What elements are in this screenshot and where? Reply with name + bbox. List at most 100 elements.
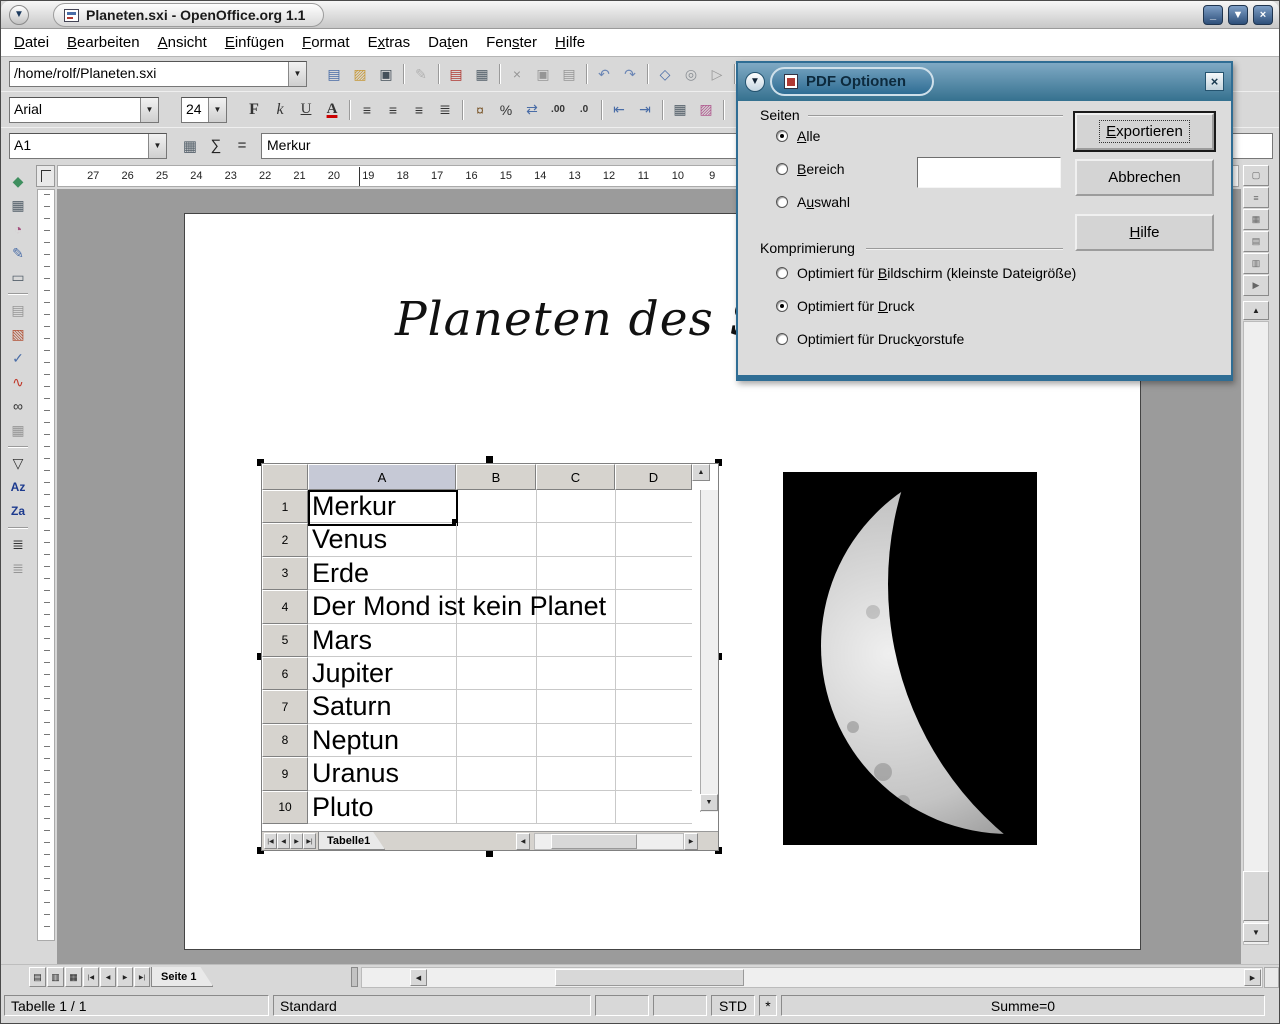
row-header[interactable]: 6 xyxy=(262,657,308,690)
title-bar[interactable]: ▼ Planeten.sxi - OpenOffice.org 1.1 _ ▼ … xyxy=(1,1,1279,29)
format-paintbrush-icon[interactable]: ▧ xyxy=(5,322,31,346)
dialog-close-button[interactable]: × xyxy=(1205,72,1224,91)
url-dropdown-button[interactable] xyxy=(288,62,306,86)
ruler-origin-button[interactable] xyxy=(36,165,55,187)
menu-datei[interactable]: Datei xyxy=(5,30,58,55)
print-icon[interactable]: ▦ xyxy=(469,62,495,86)
data-sources-icon[interactable]: ▦ xyxy=(5,418,31,442)
outline-view-button[interactable]: ≡ xyxy=(1243,187,1269,208)
page-tab-seite1[interactable]: Seite 1 xyxy=(151,967,213,987)
vertical-scroll-down-button[interactable]: ▼ xyxy=(1243,923,1269,942)
hilfe-button[interactable]: Hilfe xyxy=(1075,214,1214,251)
zoom-icon[interactable]: ◎ xyxy=(678,62,704,86)
sum-icon[interactable]: ∑ xyxy=(205,135,227,157)
background-color-icon[interactable]: ▨ xyxy=(693,98,719,122)
align-center-icon[interactable]: ≡ xyxy=(380,98,406,122)
undo-icon[interactable]: ↶ xyxy=(591,62,617,86)
radio-bildschirm[interactable]: Optimiert für Bildschirm (kleinste Datei… xyxy=(776,265,1076,281)
auto-spellcheck-icon[interactable]: ∿ xyxy=(5,370,31,394)
ungroup-icon[interactable]: ≣ xyxy=(5,556,31,580)
maximize-button[interactable]: ▼ xyxy=(1228,5,1248,25)
sheet-cells[interactable]: Der Mond ist kein Planet xyxy=(308,590,692,623)
align-justify-icon[interactable]: ≣ xyxy=(432,98,458,122)
sheet-cells[interactable]: Mars xyxy=(308,624,692,657)
sheet-cells[interactable]: Venus xyxy=(308,523,692,556)
start-presentation-button[interactable]: ▶ xyxy=(1243,275,1269,296)
minimize-button[interactable]: _ xyxy=(1203,5,1223,25)
handout-view-button[interactable]: ▥ xyxy=(1243,253,1269,274)
row-header[interactable]: 3 xyxy=(262,557,308,590)
open-document-icon[interactable]: ▨ xyxy=(347,62,373,86)
sheet-scroll-up-button[interactable]: ▲ xyxy=(692,464,710,481)
insert-cells-icon[interactable]: ▤ xyxy=(5,298,31,322)
function-wizard-icon[interactable]: ▦ xyxy=(179,135,201,157)
radio-alle[interactable]: Alle xyxy=(776,128,820,144)
sheet-scroll-left-button[interactable]: ◀ xyxy=(516,833,530,850)
align-right-icon[interactable]: ≡ xyxy=(406,98,432,122)
vertical-scrollbar-thumb[interactable] xyxy=(1243,871,1269,921)
last-sheet-button[interactable]: ▶| xyxy=(303,833,316,849)
font-name-input[interactable]: Arial xyxy=(10,98,140,122)
column-header-b[interactable]: B xyxy=(456,464,536,490)
row-header[interactable]: 9 xyxy=(262,757,308,790)
column-header-a[interactable]: A xyxy=(308,464,456,490)
horizontal-scrollbar-track[interactable]: ◀ ▶ xyxy=(361,967,1263,988)
copy-icon[interactable]: ▣ xyxy=(530,62,556,86)
radio-druckvorstufe[interactable]: Optimiert für Druckvorstufe xyxy=(776,331,964,347)
row-header[interactable]: 7 xyxy=(262,690,308,723)
delete-decimal-icon[interactable]: .0 xyxy=(571,98,597,122)
row-header[interactable]: 10 xyxy=(262,791,308,824)
tab-scrollbar-splitter[interactable] xyxy=(351,967,358,987)
range-input[interactable] xyxy=(917,157,1061,188)
cell-reference-dropdown-button[interactable] xyxy=(148,134,166,158)
radio-auswahl[interactable]: Auswahl xyxy=(776,194,850,210)
mode-button-2[interactable]: ▥ xyxy=(47,967,64,987)
decrease-indent-icon[interactable]: ⇤ xyxy=(606,98,632,122)
url-input[interactable]: /home/rolf/Planeten.sxi xyxy=(10,62,288,86)
edit-file-icon[interactable]: ✎ xyxy=(408,62,434,86)
add-decimal-icon[interactable]: .00 xyxy=(545,98,571,122)
paste-icon[interactable]: ▤ xyxy=(556,62,582,86)
underline-icon[interactable]: U xyxy=(293,98,319,122)
menu-einfuegen[interactable]: Einfügen xyxy=(216,30,293,55)
font-size-dropdown-button[interactable] xyxy=(208,98,226,122)
vertical-scrollbar-track[interactable] xyxy=(1243,321,1269,945)
horizontal-scroll-left-button[interactable]: ◀ xyxy=(410,969,427,986)
navigator-icon[interactable]: ◇ xyxy=(652,62,678,86)
last-page-button[interactable]: ▶| xyxy=(134,967,150,987)
radio-button[interactable] xyxy=(776,130,788,142)
increase-indent-icon[interactable]: ⇥ xyxy=(632,98,658,122)
menu-extras[interactable]: Extras xyxy=(359,30,420,55)
menu-fenster[interactable]: Fenster xyxy=(477,30,546,55)
italic-icon[interactable]: k xyxy=(267,98,293,122)
font-name-dropdown-button[interactable] xyxy=(140,98,158,122)
sheet-cells[interactable]: Uranus xyxy=(308,757,692,790)
notes-view-button[interactable]: ▤ xyxy=(1243,231,1269,252)
status-sum[interactable]: Summe=0 xyxy=(781,995,1265,1016)
cell-reference-input[interactable]: A1 xyxy=(10,134,148,158)
previous-sheet-button[interactable]: ◀ xyxy=(277,833,290,849)
font-color-icon[interactable]: A xyxy=(319,98,345,122)
radio-button[interactable] xyxy=(776,300,788,312)
sheet-hscroll-track[interactable] xyxy=(534,833,684,850)
draw-functions-icon[interactable]: ✎ xyxy=(5,241,31,265)
selection-handle[interactable] xyxy=(486,456,493,463)
column-header-c[interactable]: C xyxy=(536,464,615,490)
vertical-ruler[interactable] xyxy=(37,189,55,941)
menu-format[interactable]: Format xyxy=(293,30,359,55)
row-header[interactable]: 1 xyxy=(262,490,308,523)
previous-page-button[interactable]: ◀ xyxy=(100,967,116,987)
radio-button[interactable] xyxy=(776,267,788,279)
status-page-style[interactable]: Standard xyxy=(273,995,591,1016)
first-page-button[interactable]: |◀ xyxy=(83,967,99,987)
insert-chart-icon[interactable]: ◔ xyxy=(5,217,31,241)
horizontal-scrollbar-thumb[interactable] xyxy=(555,969,744,986)
row-header[interactable]: 5 xyxy=(262,624,308,657)
sheet-scroll-down-button[interactable]: ▼ xyxy=(700,794,718,811)
sort-ascending-icon[interactable]: Az xyxy=(5,475,31,499)
mode-button-3[interactable]: ▦ xyxy=(65,967,82,987)
menu-hilfe[interactable]: Hilfe xyxy=(546,30,594,55)
abbrechen-button[interactable]: Abbrechen xyxy=(1075,159,1214,196)
equals-icon[interactable]: = xyxy=(231,135,253,157)
radio-button[interactable] xyxy=(776,196,788,208)
